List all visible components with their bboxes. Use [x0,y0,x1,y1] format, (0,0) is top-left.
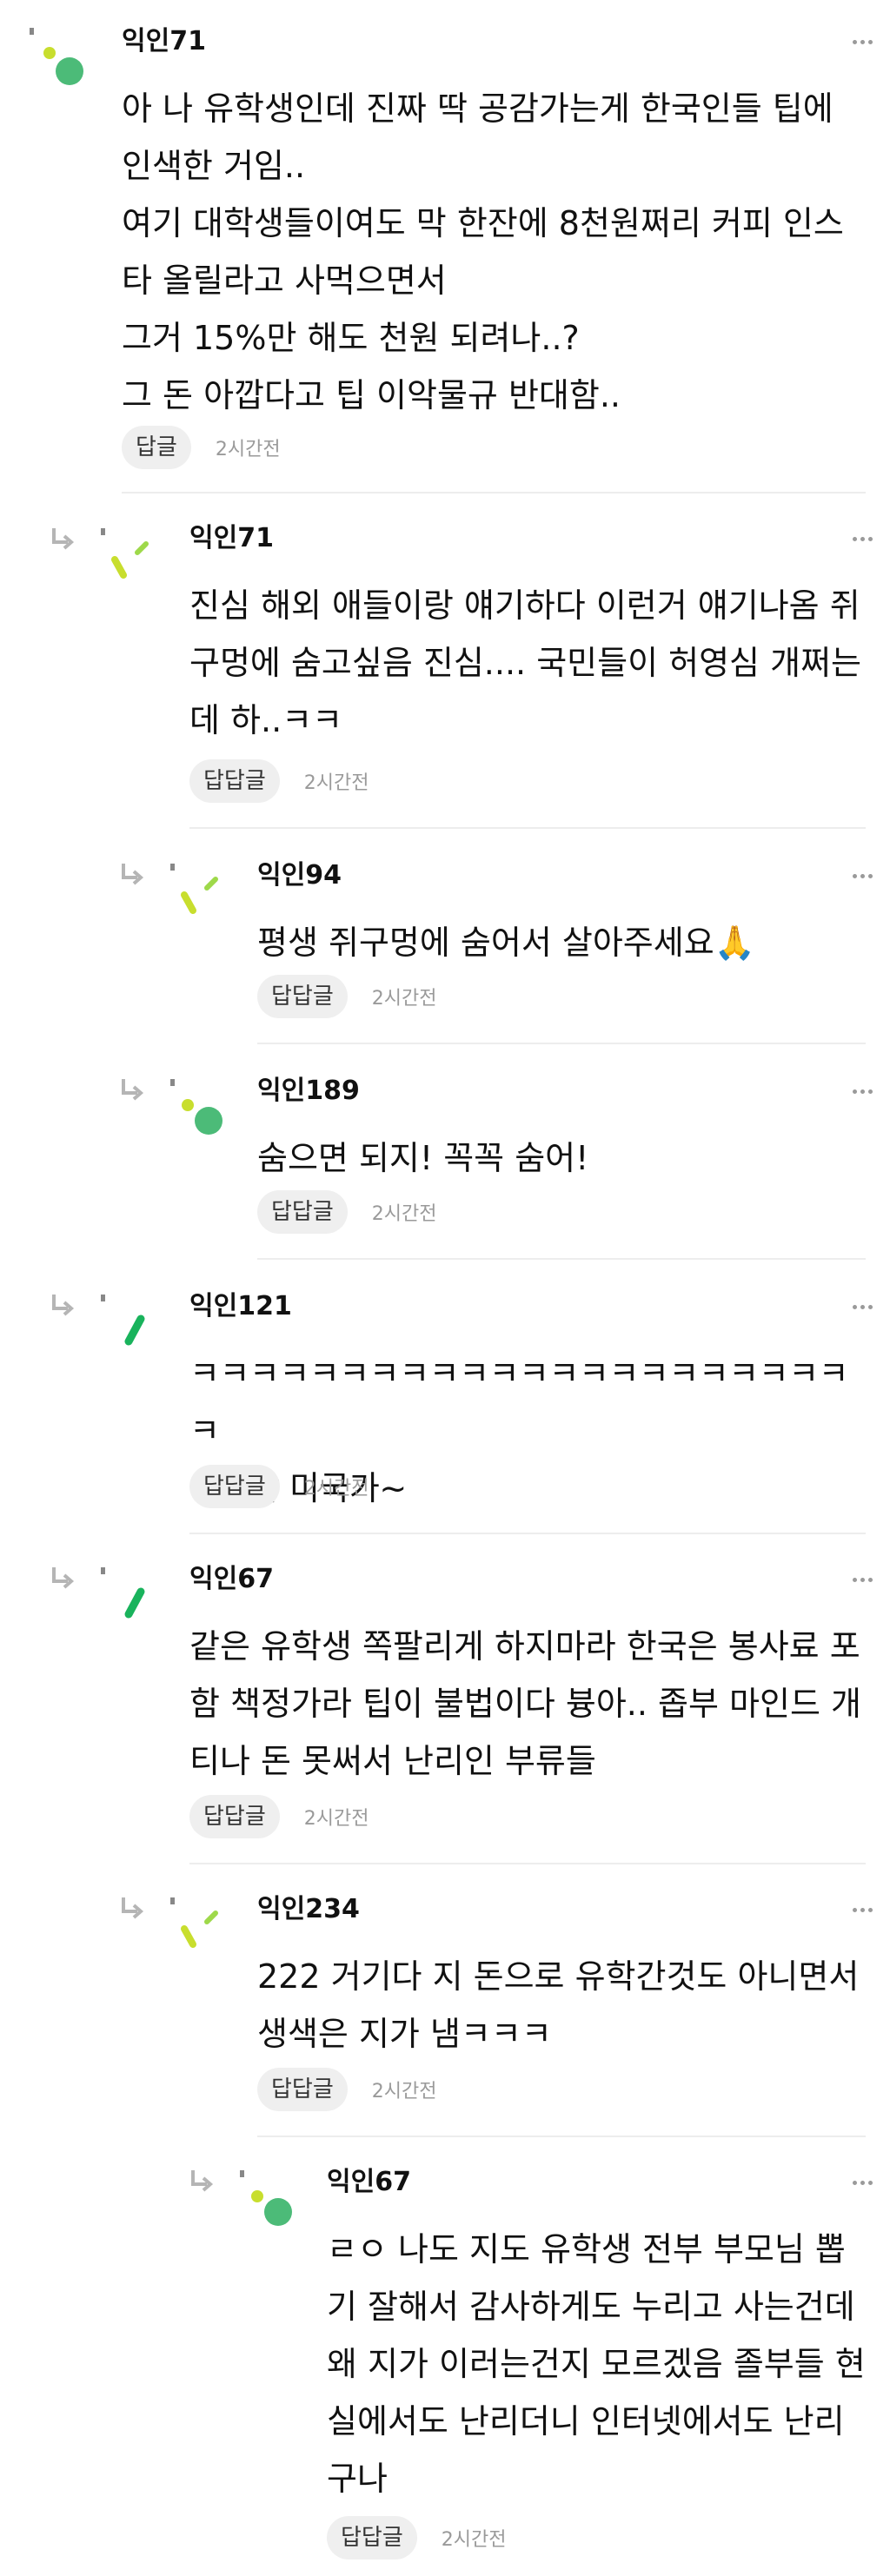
reply-button[interactable]: 답답글 [257,1190,348,1234]
comment-nickname[interactable]: 익인67 [189,1560,274,1599]
comment-text: 222 거기다 지 돈으로 유학간것도 아니면서 생색은 지가 냄ㅋㅋㅋ [257,1957,860,2053]
divider [189,1863,866,1864]
divider [122,492,866,493]
reply-arrow-icon [191,2170,214,2192]
comment-item: 익인67 같은 유학생 쪽팔리게 하지마라 한국은 봉사료 포 함 책정가라 팁… [189,1560,890,1847]
comment-item: 익인67 ㄹㅇ 나도 지도 유학생 전부 부모님 뽑 기 잘해서 감사하게도 누… [327,2163,890,2572]
reply-button[interactable]: 답답글 [257,975,348,1018]
comment-text: 아 나 유학생인데 진짜 딱 공감가는게 한국인들 팁에 인색한 거임.. 여기… [122,89,844,414]
more-options-icon[interactable] [848,1560,876,1599]
divider [257,1258,866,1260]
comment-item: 익인71 진심 해외 애들이랑 얘기하다 이런거 얘기나옴 쥐 구멍에 숨고싶음… [189,520,890,803]
divider [257,1043,866,1044]
divider [189,1533,866,1534]
reply-arrow-icon [52,528,75,550]
comment-nickname[interactable]: 익인94 [257,857,342,895]
reply-button[interactable]: 답글 [122,426,191,469]
more-options-icon[interactable] [848,23,876,61]
reply-button[interactable]: 답답글 [257,2068,348,2111]
reply-arrow-icon [52,1295,75,1316]
comment-item: 익인94 평생 쥐구멍에 숨어서 살아주세요🙏 답답글 2시간전 [257,857,890,1022]
comment-time: 2시간전 [303,772,369,794]
comment-text: 평생 쥐구멍에 숨어서 살아주세요🙏 [257,924,755,962]
comment-nickname[interactable]: 익인67 [327,2163,411,2202]
reply-button[interactable]: 답답글 [327,2516,417,2559]
divider [257,2136,866,2137]
comment-nickname[interactable]: 익인71 [122,23,206,61]
avatar-yellow-lines[interactable] [101,526,163,589]
avatar-green-circle[interactable] [170,1077,233,1140]
avatar-yellow-lines[interactable] [170,1896,233,1958]
comment-time: 2시간전 [441,2529,507,2551]
comment-nickname[interactable]: 익인71 [189,520,274,558]
avatar-green-circle[interactable] [240,2169,302,2231]
comment-nickname[interactable]: 익인189 [257,1072,360,1110]
more-options-icon[interactable] [848,520,876,558]
avatar-yellow-lines[interactable] [170,862,233,924]
comment-time: 2시간전 [371,2081,437,2103]
comment-time: 2시간전 [215,439,281,460]
more-options-icon[interactable] [848,857,876,895]
comment-time: 2시간전 [303,1808,369,1830]
comment-text: 진심 해외 애들이랑 얘기하다 이런거 얘기나옴 쥐 구멍에 숨고싶음 진심..… [189,586,861,739]
more-options-icon[interactable] [848,1288,876,1326]
comment-text: 같은 유학생 쪽팔리게 하지마라 한국은 봉사료 포 함 책정가라 팁이 불법이… [189,1627,861,1780]
comment-text: 숨으면 되지! 꼭꼭 숨어! [257,1139,589,1177]
comment-nickname[interactable]: 익인234 [257,1891,360,1929]
comment-text: ㄹㅇ 나도 지도 유학생 전부 부모님 뽑 기 잘해서 감사하게도 누리고 사는… [327,2230,866,2498]
comment-item: 익인71 아 나 유학생인데 진짜 딱 공감가는게 한국인들 팁에 인색한 거임… [122,23,890,474]
comment-time: 2시간전 [371,1203,437,1225]
reply-arrow-icon [122,864,144,885]
comment-item: 익인121 ㅋㅋㅋㅋㅋㅋㅋㅋㅋㅋㅋㅋㅋㅋㅋㅋㅋㅋㅋㅋㅋㅋㅋ ㅋ야야 미국가~ 답… [189,1288,890,1513]
reply-button[interactable]: 답답글 [189,1795,280,1838]
reply-arrow-icon [52,1567,75,1589]
avatar-green-stroke[interactable] [101,1566,163,1628]
comment-nickname[interactable]: 익인121 [189,1288,292,1326]
reply-button[interactable]: 답답글 [189,1465,280,1508]
more-options-icon[interactable] [848,2163,876,2202]
reply-arrow-icon [122,1897,144,1919]
more-options-icon[interactable] [848,1072,876,1110]
reply-arrow-icon [122,1079,144,1101]
reply-button[interactable]: 답답글 [189,759,280,803]
comment-item: 익인189 숨으면 되지! 꼭꼭 숨어! 답답글 2시간전 [257,1072,890,1237]
more-options-icon[interactable] [848,1891,876,1929]
divider [189,827,866,829]
avatar-green-stroke[interactable] [101,1293,163,1355]
comment-time: 2시간전 [303,1478,369,1500]
avatar-green-circle[interactable] [26,24,89,87]
comment-time: 2시간전 [371,988,437,1010]
comment-item: 익인234 222 거기다 지 돈으로 유학간것도 아니면서 생색은 지가 냄ㅋ… [257,1891,890,2116]
